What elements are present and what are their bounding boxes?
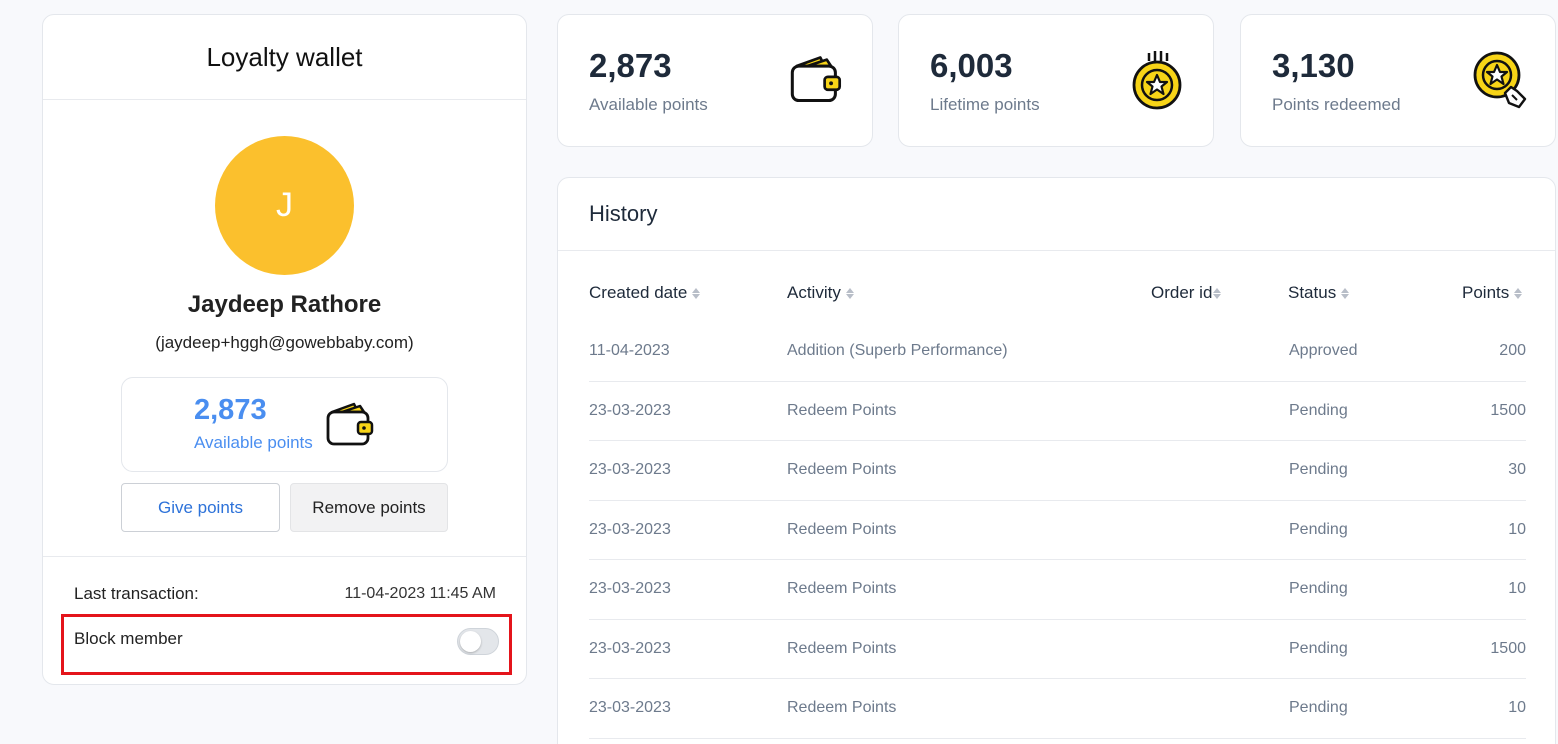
column-label: Order id xyxy=(1151,283,1213,302)
table-row: 23-03-2023 Redeem Points Pending 10 xyxy=(589,679,1526,739)
table-row: 11-04-2023 Addition (Superb Performance)… xyxy=(589,322,1526,382)
member-name: Jaydeep Rathore xyxy=(187,291,382,318)
block-member-toggle[interactable] xyxy=(457,628,499,655)
cell-points: 10 xyxy=(1508,699,1526,716)
sort-icon xyxy=(692,287,701,299)
cell-date: 23-03-2023 xyxy=(589,401,671,419)
cell-activity: Redeem Points xyxy=(787,639,897,657)
give-points-button[interactable]: Give points xyxy=(121,483,280,532)
table-row: 23-03-2023 Redeem Points Pending 1500 xyxy=(589,620,1526,679)
last-transaction-value: 11-04-2023 11:45 AM xyxy=(344,585,496,602)
cell-activity: Redeem Points xyxy=(787,580,897,597)
loyalty-wallet-card: Loyalty wallet J Jaydeep Rathore (jaydee… xyxy=(42,14,527,685)
table-row: 23-03-2023 Redeem Points Pending 1500 xyxy=(589,382,1526,441)
cell-activity: Redeem Points xyxy=(787,401,897,419)
cell-date: 23-03-2023 xyxy=(589,639,671,657)
block-member-row: Block member xyxy=(61,614,512,675)
cell-status: Pending xyxy=(1289,401,1348,419)
wallet-icon xyxy=(790,56,842,103)
cell-points: 200 xyxy=(1499,342,1526,359)
history-title: History xyxy=(558,178,1555,251)
column-label: Activity xyxy=(787,283,841,302)
cell-points: 1500 xyxy=(1490,401,1526,419)
column-header-points[interactable]: Points xyxy=(1462,283,1523,303)
wallet-title: Loyalty wallet xyxy=(43,15,526,100)
cell-points: 10 xyxy=(1508,520,1526,538)
cell-date: 23-03-2023 xyxy=(589,520,671,538)
sort-icon xyxy=(845,287,854,299)
available-points-value: 2,873 xyxy=(194,394,267,426)
cell-date: 23-03-2023 xyxy=(589,580,671,597)
available-points-label: Available points xyxy=(194,433,313,452)
cell-status: Pending xyxy=(1289,639,1348,657)
table-row: 23-03-2023 Redeem Points Pending 10 xyxy=(589,501,1526,560)
stat-value: 3,130 xyxy=(1272,47,1355,84)
stat-label: Available points xyxy=(589,95,708,114)
column-label: Points xyxy=(1462,283,1510,302)
member-email: (jaydeep+hggh@gowebbaby.com) xyxy=(155,333,414,352)
cell-activity: Redeem Points xyxy=(787,699,897,716)
stat-value: 6,003 xyxy=(930,47,1013,84)
star-coin-icon xyxy=(1132,51,1182,110)
history-card: History Created date Activity Order id S… xyxy=(557,177,1556,744)
column-header-created-date[interactable]: Created date xyxy=(589,283,701,303)
avatar: J xyxy=(215,136,354,275)
wallet-icon xyxy=(326,402,374,446)
divider xyxy=(43,556,526,557)
stat-label: Lifetime points xyxy=(930,95,1040,114)
column-header-activity[interactable]: Activity xyxy=(787,283,854,303)
cell-date: 23-03-2023 xyxy=(589,699,671,716)
stat-value: 2,873 xyxy=(589,47,672,84)
sort-icon xyxy=(1341,287,1350,299)
cell-status: Pending xyxy=(1289,699,1348,716)
cell-activity: Redeem Points xyxy=(787,461,897,478)
redeem-coin-icon xyxy=(1473,51,1527,109)
cell-points: 1500 xyxy=(1490,639,1526,657)
column-header-order-id[interactable]: Order id xyxy=(1151,283,1222,303)
cell-status: Pending xyxy=(1289,520,1348,538)
last-transaction-label: Last transaction: xyxy=(74,584,199,603)
remove-points-button[interactable]: Remove points xyxy=(290,483,448,532)
stat-label: Points redeemed xyxy=(1272,95,1401,114)
table-row: 23-03-2023 Redeem Points Pending 10 xyxy=(589,560,1526,620)
block-member-label: Block member xyxy=(74,629,183,648)
sort-icon xyxy=(1514,287,1523,299)
cell-status: Pending xyxy=(1289,580,1348,597)
stat-card-lifetime-points: 6,003 Lifetime points xyxy=(898,14,1214,147)
column-label: Status xyxy=(1288,283,1337,302)
cell-points: 30 xyxy=(1508,461,1526,478)
cell-points: 10 xyxy=(1508,580,1526,597)
sort-icon xyxy=(1213,287,1222,299)
toggle-knob xyxy=(460,631,481,652)
table-row: 23-03-2023 Redeem Points Pending 30 xyxy=(589,441,1526,501)
stat-card-available-points: 2,873 Available points xyxy=(557,14,873,147)
cell-date: 11-04-2023 xyxy=(589,342,670,359)
cell-status: Pending xyxy=(1289,461,1348,478)
column-label: Created date xyxy=(589,283,688,302)
column-header-status[interactable]: Status xyxy=(1288,283,1350,303)
cell-activity: Addition (Superb Performance) xyxy=(787,342,1008,359)
cell-status: Approved xyxy=(1289,342,1358,359)
cell-activity: Redeem Points xyxy=(787,520,897,538)
available-points-box: 2,873 Available points xyxy=(121,377,448,472)
cell-date: 23-03-2023 xyxy=(589,461,671,478)
stat-card-points-redeemed: 3,130 Points redeemed xyxy=(1240,14,1556,147)
